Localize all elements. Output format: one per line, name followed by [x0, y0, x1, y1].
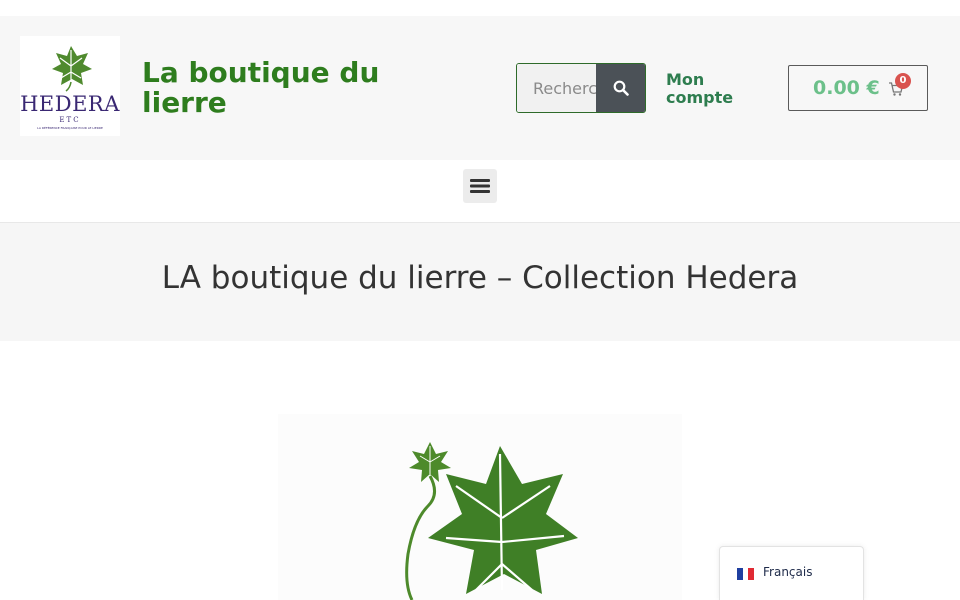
page-hero: LA boutique du lierre – Collection Heder… — [0, 223, 960, 341]
cart-count-badge: 0 — [895, 73, 911, 89]
site-logo[interactable]: HEDERA ETC LA RÉFÉRENCE FRANÇAISE POUR L… — [20, 36, 120, 136]
logo-tagline: LA RÉFÉRENCE FRANÇAISE POUR LE LIERRE — [37, 126, 103, 130]
hamburger-icon — [470, 179, 490, 193]
featured-image — [278, 414, 682, 600]
logo-subtitle: ETC — [59, 116, 81, 124]
search-input[interactable] — [517, 64, 596, 112]
page-title: LA boutique du lierre – Collection Heder… — [161, 260, 799, 296]
language-switcher[interactable]: Français — [719, 546, 864, 600]
ivy-leaf-illustration — [405, 442, 578, 600]
cart-total: 0.00 € — [813, 77, 880, 99]
search-icon — [613, 80, 629, 96]
search-button[interactable] — [596, 64, 645, 112]
logo-wordmark: HEDERA — [20, 92, 120, 116]
cart-button[interactable]: 0.00 € 0 — [788, 65, 928, 111]
ivy-leaf-icon — [52, 46, 92, 92]
site-title[interactable]: La boutique du lierre — [142, 58, 442, 118]
search-form — [516, 63, 646, 113]
fr-flag-icon — [737, 568, 755, 580]
language-label: Français — [763, 565, 813, 579]
menu-toggle-button[interactable] — [463, 169, 497, 203]
account-link[interactable]: Mon compte — [666, 71, 756, 107]
site-header: HEDERA ETC LA RÉFÉRENCE FRANÇAISE POUR L… — [0, 16, 960, 160]
